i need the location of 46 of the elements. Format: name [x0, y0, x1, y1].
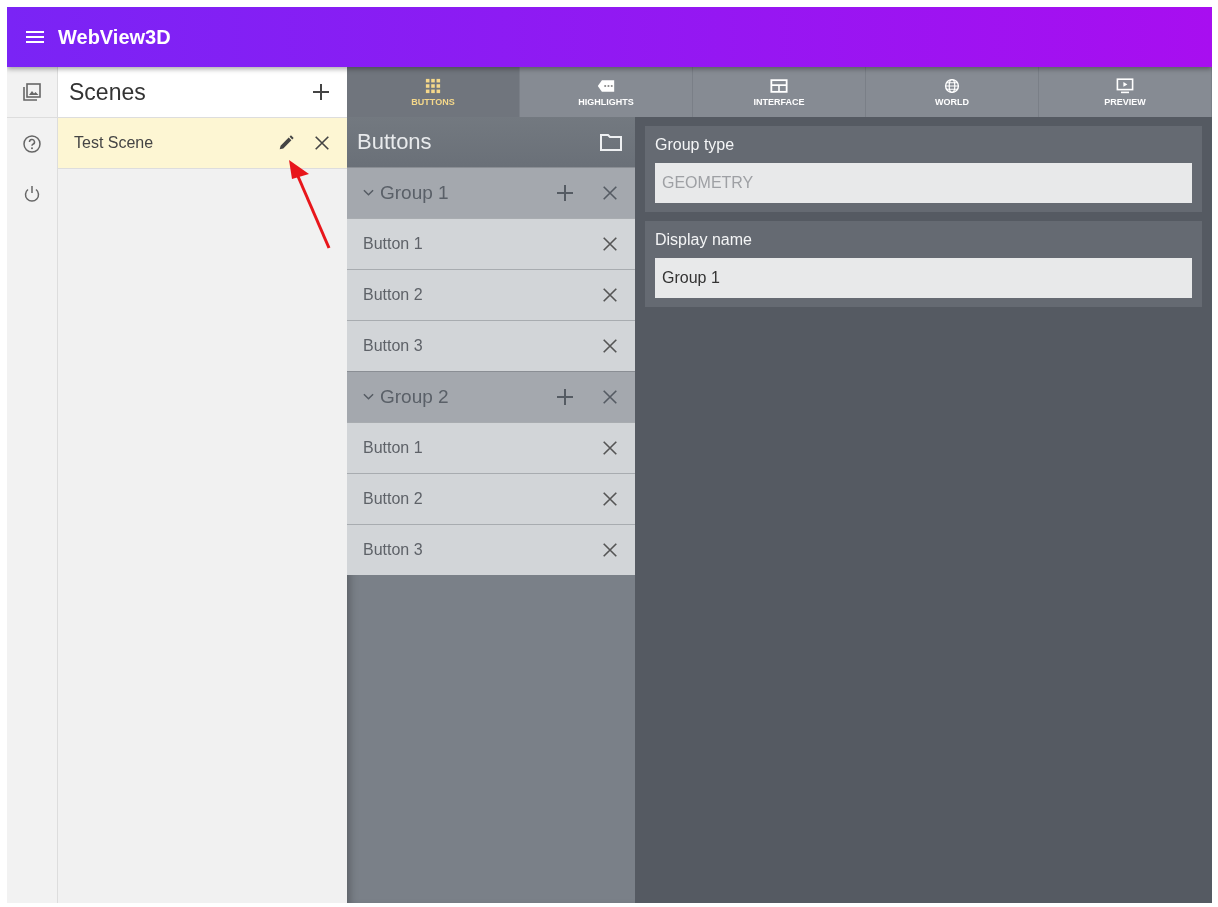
panel-title: Scenes [69, 78, 147, 106]
group-row[interactable]: Group 1 [347, 167, 635, 218]
power-icon[interactable] [22, 184, 42, 204]
scene-name: Test Scene [74, 134, 155, 152]
edit-icon[interactable] [277, 134, 295, 152]
field-label: Group type [655, 136, 736, 154]
close-icon[interactable] [601, 439, 619, 457]
app-title: WebView3D [58, 25, 171, 49]
close-icon[interactable] [313, 134, 331, 152]
chevron-icon[interactable] [363, 189, 374, 197]
button-name: Button 3 [363, 337, 424, 355]
button-name: Button 2 [363, 490, 424, 508]
close-icon[interactable] [601, 286, 619, 304]
button-item[interactable]: Button 3 [347, 320, 635, 371]
group-name: Group 2 [380, 386, 450, 408]
scene-item[interactable]: Test Scene [58, 118, 347, 169]
chevron-icon[interactable] [363, 393, 374, 401]
button-item[interactable]: Button 3 [347, 524, 635, 575]
tab[interactable]: BUTTONS [347, 67, 520, 117]
play-screen-icon [1116, 77, 1134, 94]
button-name: Button 3 [363, 541, 424, 559]
add-icon[interactable] [311, 82, 331, 102]
button-name: Button 1 [363, 439, 424, 457]
button-name: Button 1 [363, 235, 424, 253]
label-icon [597, 77, 615, 94]
window-icon [770, 77, 788, 94]
close-icon[interactable] [601, 541, 619, 559]
button-item[interactable]: Button 2 [347, 473, 635, 524]
input-field[interactable]: Group 1 [655, 258, 1192, 298]
image-gallery-icon[interactable] [22, 82, 42, 102]
help-icon[interactable] [22, 134, 42, 154]
close-icon[interactable] [601, 235, 619, 253]
button-name: Button 2 [363, 286, 424, 304]
grid-icon [424, 77, 442, 94]
group-row[interactable]: Group 2 [347, 371, 635, 422]
close-icon[interactable] [601, 337, 619, 355]
group-name: Group 1 [380, 182, 450, 204]
button-item[interactable]: Button 1 [347, 422, 635, 473]
folder-icon[interactable] [599, 132, 623, 152]
globe-icon [943, 77, 961, 94]
field-label: Display name [655, 231, 753, 249]
button-item[interactable]: Button 2 [347, 269, 635, 320]
panel-title: Buttons [357, 129, 433, 155]
menu-icon[interactable] [26, 31, 44, 43]
close-icon[interactable] [601, 490, 619, 508]
button-item[interactable]: Button 1 [347, 218, 635, 269]
